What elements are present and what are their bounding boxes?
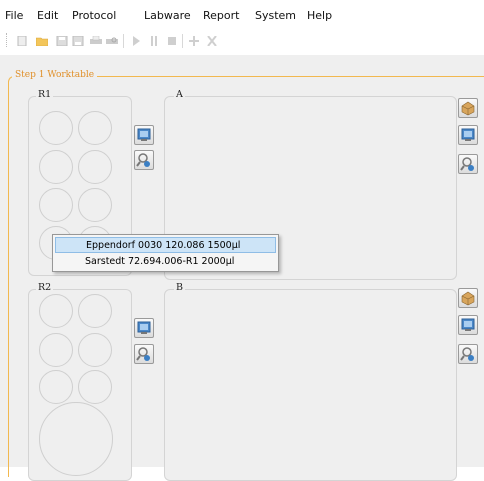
add-icon[interactable]	[188, 36, 200, 46]
search-user-icon	[136, 153, 150, 167]
plate-b-panel[interactable]	[164, 289, 457, 481]
delete-icon[interactable]	[206, 36, 218, 46]
rack-well[interactable]	[78, 370, 112, 404]
search-user-icon	[136, 347, 150, 361]
menu-file[interactable]: File	[5, 9, 23, 22]
rack-well[interactable]	[39, 333, 73, 367]
rack-well[interactable]	[39, 370, 73, 404]
monitor-icon	[137, 321, 151, 334]
dropdown-option[interactable]: Sarstedt 72.694.006-R1 2000µl	[55, 254, 276, 270]
plate-b-view-button[interactable]	[458, 315, 478, 335]
search-user-icon	[460, 347, 474, 361]
menu-help[interactable]: Help	[307, 9, 332, 22]
pause-icon[interactable]	[148, 36, 160, 46]
toolbar-separator	[123, 34, 124, 48]
search-user-icon	[460, 157, 474, 171]
menu-edit[interactable]: Edit	[37, 9, 58, 22]
dropdown-option-selected[interactable]: Eppendorf 0030 120.086 1500µl	[55, 237, 276, 253]
plate-b-label: B	[174, 282, 185, 293]
open-icon[interactable]	[36, 36, 48, 46]
plate-a-view-button[interactable]	[458, 125, 478, 145]
monitor-icon	[461, 128, 475, 141]
save-icon[interactable]	[56, 36, 68, 46]
box-icon	[461, 291, 475, 306]
toolbar-grip[interactable]	[6, 33, 9, 47]
rack-r1-search-button[interactable]	[134, 150, 154, 170]
play-icon[interactable]	[130, 36, 142, 46]
step-legend: Step 1 Worktable	[12, 70, 98, 80]
rack-well[interactable]	[78, 333, 112, 367]
monitor-icon	[137, 128, 151, 141]
rack-well[interactable]	[78, 294, 112, 328]
plate-a-labware-button[interactable]	[458, 98, 478, 118]
rack-r2-search-button[interactable]	[134, 344, 154, 364]
plate-a-search-button[interactable]	[458, 154, 478, 174]
rack-well[interactable]	[39, 294, 73, 328]
rack-well[interactable]	[39, 111, 73, 145]
save-as-icon[interactable]	[72, 36, 84, 46]
rack-r2-label: R2	[36, 282, 54, 293]
labware-dropdown-list: Eppendorf 0030 120.086 1500µl Sarstedt 7…	[52, 234, 279, 272]
box-icon	[461, 101, 475, 116]
rack-well[interactable]	[39, 150, 73, 184]
rack-well[interactable]	[78, 111, 112, 145]
print-preview-icon[interactable]	[106, 36, 118, 46]
new-icon[interactable]	[16, 36, 28, 46]
plate-b-labware-button[interactable]	[458, 288, 478, 308]
dropdown-option-label: Sarstedt 72.694.006-R1 2000µl	[85, 256, 235, 267]
toolbar-separator	[182, 34, 183, 48]
rack-r2-view-button[interactable]	[134, 318, 154, 338]
rack-r1-label: R1	[36, 89, 54, 100]
rack-well[interactable]	[39, 188, 73, 222]
menu-report[interactable]: Report	[203, 9, 239, 22]
plate-b-search-button[interactable]	[458, 344, 478, 364]
menu-system[interactable]: System	[255, 9, 296, 22]
rack-well[interactable]	[78, 150, 112, 184]
menu-labware[interactable]: Labware	[144, 9, 191, 22]
monitor-icon	[461, 318, 475, 331]
print-icon[interactable]	[90, 36, 102, 46]
stop-icon[interactable]	[166, 36, 178, 46]
rack-well[interactable]	[78, 188, 112, 222]
plate-a-label: A	[174, 89, 185, 100]
menu-bar: File Edit Protocol Labware Report System…	[0, 0, 484, 28]
rack-large-well[interactable]	[39, 402, 113, 476]
rack-r1-view-button[interactable]	[134, 125, 154, 145]
dropdown-option-label: Eppendorf 0030 120.086 1500µl	[86, 240, 241, 251]
menu-protocol[interactable]: Protocol	[72, 9, 116, 22]
